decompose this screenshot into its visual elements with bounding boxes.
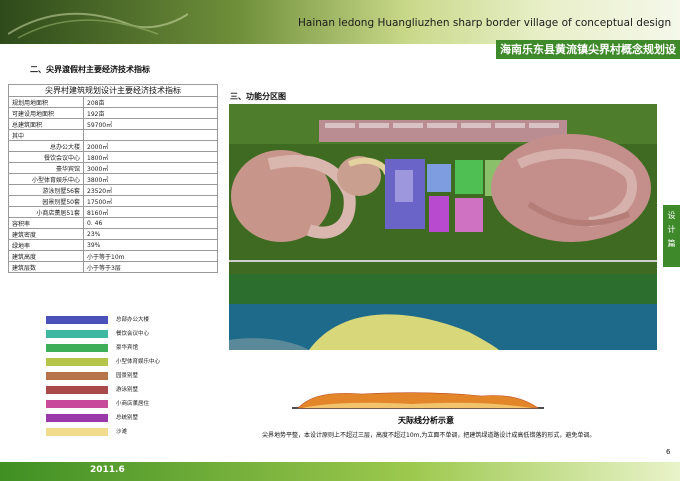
row-value: 8160㎡ xyxy=(83,206,218,218)
row-value: 23520㎡ xyxy=(83,184,218,196)
row-label: 建筑高度 xyxy=(8,250,84,262)
table-row: 可建设用地面积 192亩 xyxy=(8,107,218,119)
spec-table-title: 尖界村建筑规划设计主要经济技术指标 xyxy=(8,84,218,97)
row-value: 39% xyxy=(83,239,218,251)
leaf-decoration xyxy=(8,12,188,39)
table-row: 建筑层数 小于等于3层 xyxy=(8,261,218,273)
row-value: 59700㎡ xyxy=(83,118,218,130)
row-label: 可建设用地面积 xyxy=(8,107,84,119)
table-row: 绿地率 39% xyxy=(8,239,218,251)
table-row: 园景别墅50套 17500㎡ xyxy=(8,195,218,207)
row-value: 2000㎡ xyxy=(83,140,218,152)
row-value: 0. 46 xyxy=(83,217,218,229)
table-row: 总建筑面积 59700㎡ xyxy=(8,118,218,130)
legend-label: 沙滩 xyxy=(116,429,128,435)
skyline-diagram xyxy=(292,392,544,409)
side-tab-char: 设 xyxy=(667,211,676,220)
legend-swatch xyxy=(46,316,108,324)
legend-swatch xyxy=(46,414,108,422)
row-label: 容积率 xyxy=(8,217,84,229)
legend-swatch xyxy=(46,386,108,394)
table-row: 建筑高度 小于等于10m xyxy=(8,250,218,262)
row-label: 规划用地面积 xyxy=(8,96,84,108)
function-zoning-map xyxy=(229,104,657,350)
legend-label: 小型体育娱乐中心 xyxy=(116,359,161,365)
skyline-title: 天际线分析示意 xyxy=(398,416,454,425)
row-label: 建筑层数 xyxy=(8,261,84,273)
legend-swatch xyxy=(46,358,108,366)
footer-date: 2011.6 xyxy=(90,465,125,475)
row-value: 23% xyxy=(83,228,218,240)
table-row: 餐饮会议中心 1800㎡ xyxy=(8,151,218,163)
side-tab-char: 篇 xyxy=(667,239,676,248)
row-label: 小商店薰居51套 xyxy=(8,206,84,218)
section2-title: 二、尖界渡假村主要经济技术指标 xyxy=(30,65,150,74)
row-value: 208亩 xyxy=(83,96,218,108)
row-label: 总建筑面积 xyxy=(8,118,84,130)
spec-table: 尖界村建筑规划设计主要经济技术指标 规划用地面积 208亩 可建设用地面积 192亩总… xyxy=(8,84,218,273)
table-row: 小商店薰居51套 8160㎡ xyxy=(8,206,218,218)
legend-label: 总部办公大楼 xyxy=(116,317,150,323)
legend-label: 园景别墅 xyxy=(116,373,139,379)
header-banner: Hainan ledong Huangliuzhen sharp border … xyxy=(0,0,680,44)
table-row: 容积率 0. 46 xyxy=(8,217,218,229)
legend-swatch xyxy=(46,400,108,408)
row-value: 3000㎡ xyxy=(83,162,218,174)
title-chinese: 海南乐东县黄流镇尖界村概念规划设计 xyxy=(496,40,680,75)
legend-swatch xyxy=(46,330,108,338)
row-value: 3800㎡ xyxy=(83,173,218,185)
row-label: 餐饮会议中心 xyxy=(8,151,84,163)
table-row: 规划用地面积 208亩 xyxy=(8,96,218,108)
row-label: 豪华宾馆 xyxy=(8,162,84,174)
row-label: 绿地率 xyxy=(8,239,84,251)
legend-swatch xyxy=(46,428,108,436)
footer: 2011.6 xyxy=(0,455,680,481)
legend-label: 小商店薰居住 xyxy=(116,401,150,407)
row-label: 小型体育娱乐中心 xyxy=(8,173,84,185)
legend-label: 游泳别墅 xyxy=(116,387,139,393)
row-value: 17500㎡ xyxy=(83,195,218,207)
section3-title: 三、功能分区图 xyxy=(230,92,286,101)
side-tab-char: 计 xyxy=(667,225,676,234)
row-label: 其中 xyxy=(8,129,84,141)
legend-swatch xyxy=(46,344,108,352)
legend-label: 豪华宾馆 xyxy=(116,345,139,351)
table-row: 游泳别墅56套 23520㎡ xyxy=(8,184,218,196)
table-row: 小型体育娱乐中心 3800㎡ xyxy=(8,173,218,185)
table-row: 其中 xyxy=(8,129,218,141)
row-value: 小于等于3层 xyxy=(83,261,218,273)
table-row: 总办公大楼 2000㎡ xyxy=(8,140,218,152)
table-row: 建筑密度 23% xyxy=(8,228,218,240)
row-label: 总办公大楼 xyxy=(8,140,84,152)
row-label: 游泳别墅56套 xyxy=(8,184,84,196)
title-english: Hainan ledong Huangliuzhen sharp border … xyxy=(298,17,672,29)
row-label: 园景别墅50套 xyxy=(8,195,84,207)
row-value: 192亩 xyxy=(83,107,218,119)
row-value: 1800㎡ xyxy=(83,151,218,163)
legend-label: 总统别墅 xyxy=(116,415,139,421)
legend-label: 餐饮会议中心 xyxy=(116,331,150,337)
table-row: 豪华宾馆 3000㎡ xyxy=(8,162,218,174)
side-tab: 设计篇 xyxy=(663,205,680,267)
row-label: 建筑密度 xyxy=(8,228,84,240)
design-note: 尖界地势平整，本设计原则上不超过三层，高度不超过10m,为立面不单调，把建筑绿道… xyxy=(262,432,596,439)
legend-swatch xyxy=(46,372,108,380)
row-value: 小于等于10m xyxy=(83,250,218,262)
row-value xyxy=(83,129,218,141)
